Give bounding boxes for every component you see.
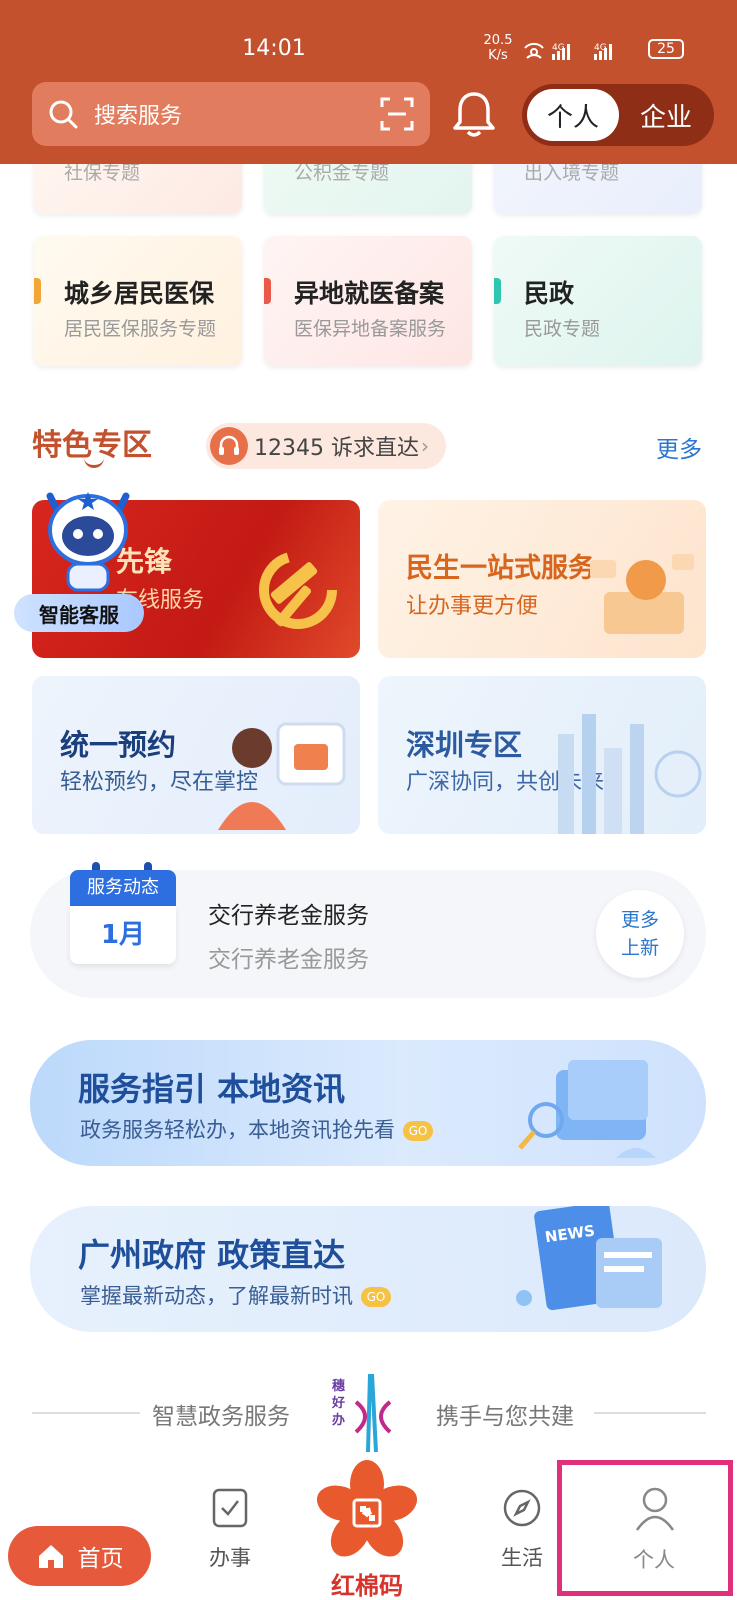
toggle-personal[interactable]: 个人: [527, 89, 619, 141]
promo-subtitle: 掌握最新动态，了解最新时讯: [80, 1284, 353, 1308]
highlight-box: [557, 1460, 733, 1596]
service-illustration-icon: [590, 554, 694, 634]
shenzhen-zone-banner[interactable]: 深圳专区 广深协同，共创未来: [378, 676, 706, 834]
headset-icon: [210, 427, 248, 465]
featured-more-link[interactable]: 更多: [656, 430, 702, 464]
kapok-flower-icon: [316, 1460, 418, 1557]
tab-tasks[interactable]: 办事: [200, 1488, 260, 1588]
card-accent-bar: [34, 278, 41, 304]
network-speed-value: 20.5: [483, 33, 513, 48]
promo-title: 广州政府 政策直达: [78, 1236, 346, 1274]
card-accent-bar: [264, 278, 271, 304]
signal-icons: 4G 4G: [524, 42, 612, 60]
news-more-line2: 上新: [620, 937, 659, 959]
service-guide-banner[interactable]: 服务指引 本地资讯 政务服务轻松办，本地资讯抢先看 GO: [30, 1040, 706, 1166]
go-badge: GO: [403, 1121, 433, 1141]
livelihood-service-banner[interactable]: 民生一站式服务 让办事更方便: [378, 500, 706, 658]
divider-line: [594, 1412, 706, 1414]
city-skyline-icon: [558, 714, 702, 834]
tab-life-label: 生活: [501, 1546, 543, 1570]
service-card-resident-medical[interactable]: 城乡居民医保 居民医保服务专题: [34, 236, 242, 366]
card-title: 民政: [524, 279, 575, 308]
scan-icon[interactable]: [380, 97, 414, 131]
divider-line: [32, 1412, 140, 1414]
go-badge: GO: [361, 1287, 391, 1307]
tab-home-label: 首页: [77, 1546, 124, 1572]
tab-life[interactable]: 生活: [490, 1488, 554, 1588]
unified-appointment-banner[interactable]: 统一预约 轻松预约，尽在掌控: [32, 676, 360, 834]
slogan-right: 携手与您共建: [436, 1404, 574, 1430]
title-smile-decoration: [84, 458, 104, 468]
calendar-icon: 服务动态 1月: [70, 862, 176, 970]
card-subtitle: 居民医保服务专题: [64, 318, 217, 340]
banner-subtitle: 让办事更方便: [406, 594, 539, 619]
hotline-label: 12345 诉求直达: [254, 436, 419, 461]
suihaoban-logo: 穗好办: [332, 1372, 404, 1454]
folder-illustration-icon: [518, 1060, 656, 1158]
tab-kapok-label: 红棉码: [331, 1572, 403, 1600]
tab-tasks-label: 办事: [209, 1546, 251, 1570]
chevron-right-icon: ›: [420, 434, 429, 458]
news-subtitle: 交行养老金服务: [208, 947, 369, 973]
news-more-line1: 更多: [620, 909, 659, 931]
card-accent-bar: [494, 278, 501, 304]
service-news-card[interactable]: 服务动态 1月 交行养老金服务 交行养老金服务 更多 上新: [30, 862, 706, 998]
promo-subtitle-row: 掌握最新动态，了解最新时讯 GO: [80, 1280, 391, 1310]
assistant-label: 智能客服: [14, 594, 144, 632]
service-card-civil-affairs[interactable]: 民政 民政专题: [494, 236, 702, 366]
checklist-icon: [212, 1488, 248, 1528]
robot-mascot-icon: [46, 492, 130, 592]
home-icon: [38, 1545, 63, 1568]
banner-title: 深圳专区: [406, 728, 523, 762]
news-more-button[interactable]: 更多 上新: [596, 890, 684, 978]
card-title: 城乡居民医保: [64, 279, 215, 308]
calendar-month: 1月: [70, 906, 176, 964]
banner-title: 统一预约: [60, 728, 177, 762]
search-icon: [49, 100, 78, 129]
banner-title: 民生一站式服务: [406, 553, 595, 584]
compass-icon: [503, 1489, 541, 1527]
calendar-label: 服务动态: [70, 870, 176, 906]
search-placeholder: 搜索服务: [94, 104, 183, 129]
news-illustration-icon: NEWS: [516, 1206, 662, 1311]
canton-tower-icon: [354, 1373, 392, 1453]
account-type-toggle: 个人 企业: [522, 84, 714, 146]
card-subtitle: 民政专题: [524, 318, 601, 340]
battery-icon: 25: [648, 39, 684, 59]
card-title: 异地就医备案: [294, 279, 445, 308]
promo-subtitle-row: 政务服务轻松办，本地资讯抢先看 GO: [80, 1114, 433, 1144]
toggle-enterprise[interactable]: 企业: [622, 89, 710, 141]
notification-bell-icon[interactable]: [450, 88, 498, 140]
status-time: 14:01: [242, 36, 306, 61]
news-title: 交行养老金服务: [208, 903, 369, 929]
appointment-illustration-icon: [218, 722, 346, 830]
smart-assistant[interactable]: 智能客服: [14, 486, 154, 636]
app-header: 14:01 20.5 K/s 4G 4G 25 搜索服务 个人 企业: [0, 0, 737, 164]
network-speed-unit: K/s: [488, 48, 508, 63]
card-subtitle: 医保异地备案服务: [294, 318, 447, 340]
search-bar[interactable]: 搜索服务: [32, 82, 430, 146]
tab-home[interactable]: 首页: [8, 1526, 151, 1586]
service-card-offsite-medical[interactable]: 异地就医备案 医保异地备案服务: [264, 236, 472, 366]
tab-kapok-code[interactable]: 红棉码: [312, 1460, 422, 1600]
slogan-left: 智慧政务服务: [152, 1404, 290, 1430]
hotline-12345-button[interactable]: 12345 诉求直达 ›: [206, 423, 446, 469]
network-speed: 20.5 K/s: [478, 33, 518, 63]
promo-title: 服务指引 本地资讯: [78, 1070, 346, 1108]
policy-direct-banner[interactable]: 广州政府 政策直达 掌握最新动态，了解最新时讯 GO NEWS: [30, 1206, 706, 1332]
promo-subtitle: 政务服务轻松办，本地资讯抢先看: [80, 1118, 395, 1142]
hammer-sickle-icon: [259, 551, 337, 629]
